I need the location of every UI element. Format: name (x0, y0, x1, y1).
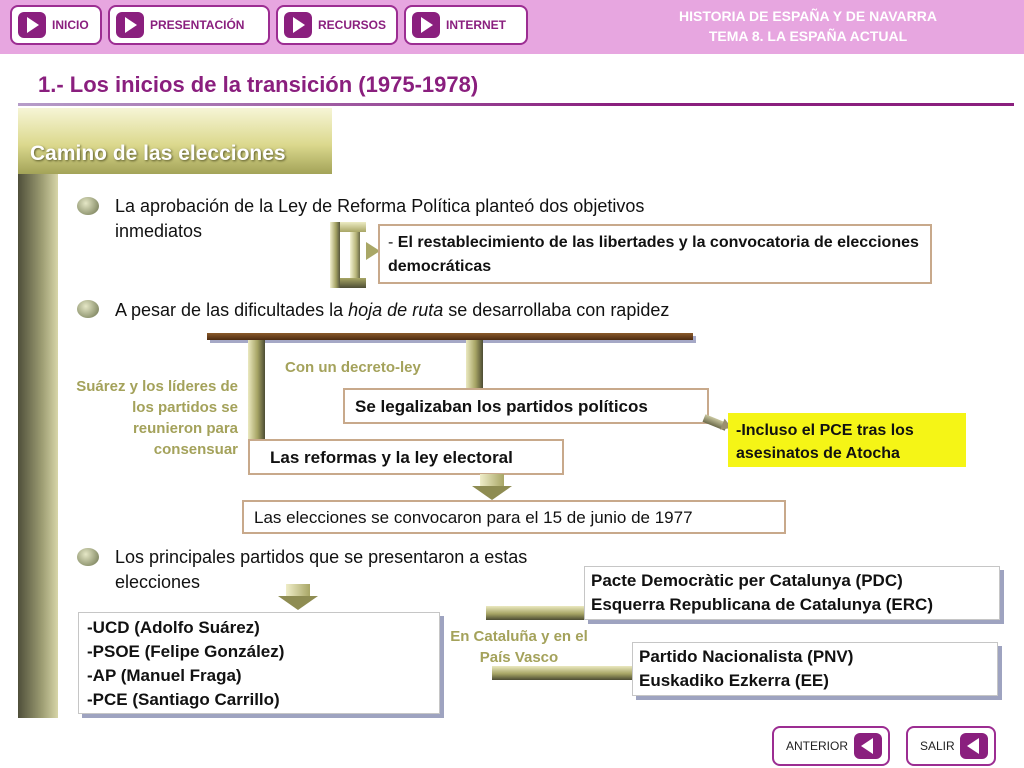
header-line1: HISTORIA DE ESPAÑA Y DE NAVARRA (678, 8, 937, 24)
connector-catalunya (486, 606, 586, 620)
inicio-button[interactable]: INICIO (10, 5, 102, 45)
connector-right (466, 340, 483, 388)
back-icon (854, 733, 882, 759)
back-icon (960, 733, 988, 759)
party-item: -PCE (Santiago Carrillo) (87, 690, 280, 709)
region-label: En Cataluña y en el País Vasco (450, 628, 588, 666)
party-item: -AP (Manuel Fraga) (87, 666, 242, 685)
anterior-button[interactable]: ANTERIOR (772, 726, 890, 766)
euskadi-party: Euskadiko Ezkerra (EE) (639, 671, 829, 690)
reformas-box: Las reformas y la ley electoral (248, 439, 564, 475)
elecciones-box: Las elecciones se convocaron para el 15 … (242, 500, 786, 534)
partidos-box: Se legalizaban los partidos políticos (343, 388, 709, 424)
presentacion-button[interactable]: PRESENTACIÓN (108, 5, 270, 45)
party-item: -PSOE (Felipe González) (87, 642, 285, 661)
connector-euskadi (492, 666, 632, 680)
catalunya-party: Esquerra Republicana de Catalunya (ERC) (591, 595, 933, 614)
header-line2: TEMA 8. LA ESPAÑA ACTUAL (708, 28, 908, 44)
section-tab: Camino de las elecciones (18, 108, 332, 174)
page-title: 1.- Los inicios de la transición (1975-1… (38, 72, 479, 97)
libertades-box: - El restablecimiento de las libertades … (378, 224, 932, 284)
party-item: -UCD (Adolfo Suárez) (87, 618, 260, 637)
play-icon (116, 12, 144, 38)
euskadi-box: Partido Nacionalista (PNV) Euskadiko Ezk… (632, 642, 998, 696)
box-text: El restablecimiento de las libertades y … (388, 234, 919, 275)
presentacion-label: PRESENTACIÓN (150, 18, 245, 32)
inicio-label: INICIO (52, 18, 89, 32)
block2-text-a: A pesar de las dificultades la (115, 300, 349, 320)
arrow-down-icon (472, 474, 512, 500)
block2-text: A pesar de las dificultades la hoja de r… (115, 298, 715, 323)
box-prefix: - (388, 234, 398, 251)
bullet-icon (77, 300, 99, 318)
recursos-button[interactable]: RECURSOS (276, 5, 398, 45)
play-icon (18, 12, 46, 38)
euskadi-party: Partido Nacionalista (PNV) (639, 647, 854, 666)
side-text: Suárez y los líderes de los partidos se … (76, 378, 238, 458)
arrow-down-icon (278, 584, 318, 610)
block3-text: Los principales partidos que se presenta… (115, 547, 528, 592)
anterior-label: ANTERIOR (786, 739, 849, 753)
catalunya-party: Pacte Democràtic per Catalunya (PDC) (591, 571, 903, 590)
timeline-bar (207, 333, 693, 340)
block2-text-italic: hoja de ruta (348, 300, 444, 320)
section-tab-label: Camino de las elecciones (30, 142, 286, 165)
catalunya-box: Pacte Democràtic per Catalunya (PDC) Esq… (584, 566, 1000, 620)
play-icon (284, 12, 312, 38)
block2-text-b: se desarrollaba con rapidez (443, 300, 670, 320)
salir-button[interactable]: SALIR (906, 726, 996, 766)
sidebar-bar (18, 174, 58, 718)
bracket-connector (330, 222, 366, 288)
internet-button[interactable]: INTERNET (404, 5, 528, 45)
header-title: HISTORIA DE ESPAÑA Y DE NAVARRA TEMA 8. … (628, 6, 988, 46)
salir-label: SALIR (920, 739, 955, 753)
bullet-icon (77, 548, 99, 566)
bullet-icon (77, 197, 99, 215)
decreto-label: Con un decreto-ley (285, 359, 421, 376)
pce-note: -Incluso el PCE tras los asesinatos de A… (728, 413, 966, 467)
title-rule (18, 103, 1014, 106)
play-icon (412, 12, 440, 38)
connector-left (248, 340, 265, 440)
parties-list: -UCD (Adolfo Suárez) -PSOE (Felipe Gonzá… (78, 612, 440, 714)
recursos-label: RECURSOS (318, 18, 387, 32)
top-bar: INICIO PRESENTACIÓN RECURSOS INTERNET HI… (0, 0, 1024, 54)
internet-label: INTERNET (446, 18, 506, 32)
